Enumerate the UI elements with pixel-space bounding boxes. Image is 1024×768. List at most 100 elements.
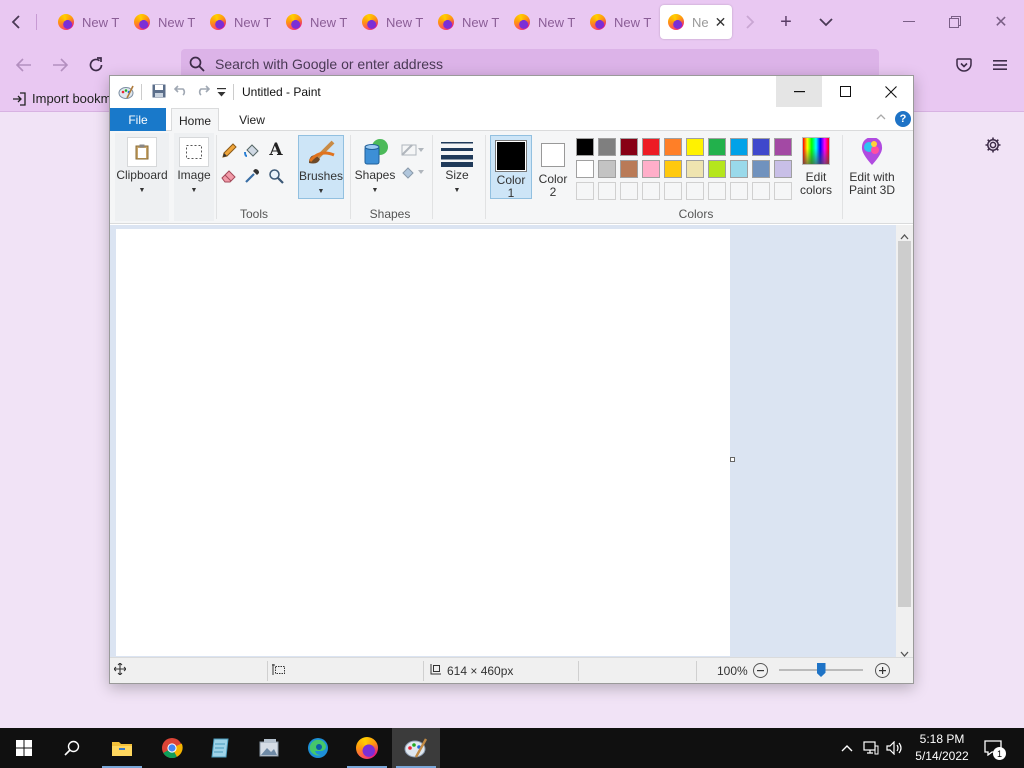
zoom-in-icon[interactable] [875,663,890,678]
palette-swatch[interactable] [598,160,616,178]
undo-icon[interactable] [173,84,188,99]
custom-color-slot[interactable] [730,182,748,200]
shapes-button[interactable]: Shapes ▼ [354,135,396,199]
edit-with-paint3d-button[interactable]: Edit with Paint 3D [845,135,899,199]
pencil-icon[interactable] [220,142,238,160]
paint-title-bar[interactable]: Untitled - Paint [110,76,913,108]
palette-swatch[interactable] [686,160,704,178]
palette-swatch[interactable] [576,160,594,178]
reload-icon[interactable] [86,55,106,75]
size-button[interactable]: Size ▼ [436,135,478,199]
zoom-out-icon[interactable] [753,663,768,678]
tab-home[interactable]: Home [171,108,219,132]
browser-tab-active[interactable]: Ne ✕ [660,5,732,39]
palette-swatch[interactable] [664,138,682,156]
browser-tab[interactable]: New T [506,5,575,39]
zoom-slider[interactable] [779,663,863,677]
collapse-ribbon-icon[interactable] [876,112,886,123]
forward-icon[interactable] [50,55,70,75]
tab-file[interactable]: File [110,108,166,131]
redo-icon[interactable] [196,84,211,99]
canvas-resize-handle[interactable] [730,457,735,462]
photos-button[interactable] [245,728,293,768]
maximize-button[interactable] [822,76,868,107]
file-explorer-button[interactable] [98,728,146,768]
menu-icon[interactable] [990,55,1010,75]
palette-swatch[interactable] [642,138,660,156]
palette-swatch[interactable] [598,138,616,156]
palette-swatch[interactable] [642,160,660,178]
color-picker-icon[interactable] [243,167,261,185]
outline-icon[interactable] [399,141,425,159]
customize-qat-icon[interactable] [217,86,226,101]
fill-icon[interactable] [243,142,261,160]
edit-colors-button[interactable]: Edit colors [794,135,838,199]
browser-tab[interactable]: New T [354,5,423,39]
start-button[interactable] [0,728,48,768]
paint-taskbar-button[interactable] [392,728,440,768]
palette-swatch[interactable] [752,138,770,156]
custom-color-slot[interactable] [686,182,704,200]
browser-tab[interactable]: New T [582,5,651,39]
palette-swatch[interactable] [620,160,638,178]
close-window-icon[interactable]: ✕ [990,12,1012,32]
show-hidden-icons-icon[interactable] [838,738,856,758]
palette-swatch[interactable] [774,160,792,178]
palette-swatch[interactable] [774,138,792,156]
custom-color-slot[interactable] [598,182,616,200]
list-tabs-icon[interactable] [815,12,837,32]
close-tab-icon[interactable]: ✕ [715,14,727,31]
close-button[interactable] [868,76,914,107]
text-icon[interactable]: A [267,140,285,160]
palette-swatch[interactable] [620,138,638,156]
clipboard-button[interactable]: Clipboard ▼ [115,133,169,221]
new-tab-icon[interactable]: + [775,11,797,33]
custom-color-slot[interactable] [642,182,660,200]
image-button[interactable]: Image ▼ [174,133,214,221]
minimize-icon[interactable] [898,12,920,32]
color1-button[interactable]: Color 1 [490,135,532,200]
vertical-scrollbar[interactable] [896,225,913,657]
palette-swatch[interactable] [576,138,594,156]
chrome-button[interactable] [148,728,196,768]
browser-tab[interactable]: New T [126,5,195,39]
magnifier-icon[interactable] [267,167,285,185]
custom-color-slot[interactable] [774,182,792,200]
palette-swatch[interactable] [730,138,748,156]
custom-color-slot[interactable] [752,182,770,200]
drawing-canvas[interactable] [116,229,730,656]
eraser-icon[interactable] [220,167,238,185]
volume-icon[interactable] [884,738,906,758]
canvas-workspace[interactable] [110,225,896,657]
browser-tab[interactable]: New T [202,5,271,39]
browser-tab[interactable]: New T [430,5,499,39]
palette-swatch[interactable] [686,138,704,156]
network-icon[interactable] [861,738,881,758]
tab-scroll-right-icon[interactable] [740,12,760,32]
brushes-button[interactable]: Brushes ▼ [298,135,344,199]
scrollbar-thumb[interactable] [898,241,911,607]
import-bookmarks-button[interactable]: Import bookm [12,91,111,106]
zoom-slider-thumb[interactable] [816,663,826,677]
palette-swatch[interactable] [752,160,770,178]
custom-color-slot[interactable] [620,182,638,200]
palette-swatch[interactable] [708,138,726,156]
notifications-icon[interactable]: 1 [980,737,1006,760]
tab-view[interactable]: View [230,108,274,131]
help-icon[interactable]: ? [895,111,911,127]
restore-icon[interactable] [944,12,966,32]
pocket-icon[interactable] [954,55,974,75]
custom-color-slot[interactable] [576,182,594,200]
edge-button[interactable] [294,728,342,768]
tab-scroll-left-icon[interactable] [6,12,26,32]
palette-swatch[interactable] [730,160,748,178]
save-icon[interactable] [152,84,166,101]
custom-color-slot[interactable] [708,182,726,200]
minimize-button[interactable] [776,76,822,107]
color2-button[interactable]: Color 2 [534,135,572,199]
palette-swatch[interactable] [708,160,726,178]
browser-tab[interactable]: New T [50,5,119,39]
gear-icon[interactable] [982,134,1004,156]
browser-tab[interactable]: New T [278,5,347,39]
custom-color-slot[interactable] [664,182,682,200]
